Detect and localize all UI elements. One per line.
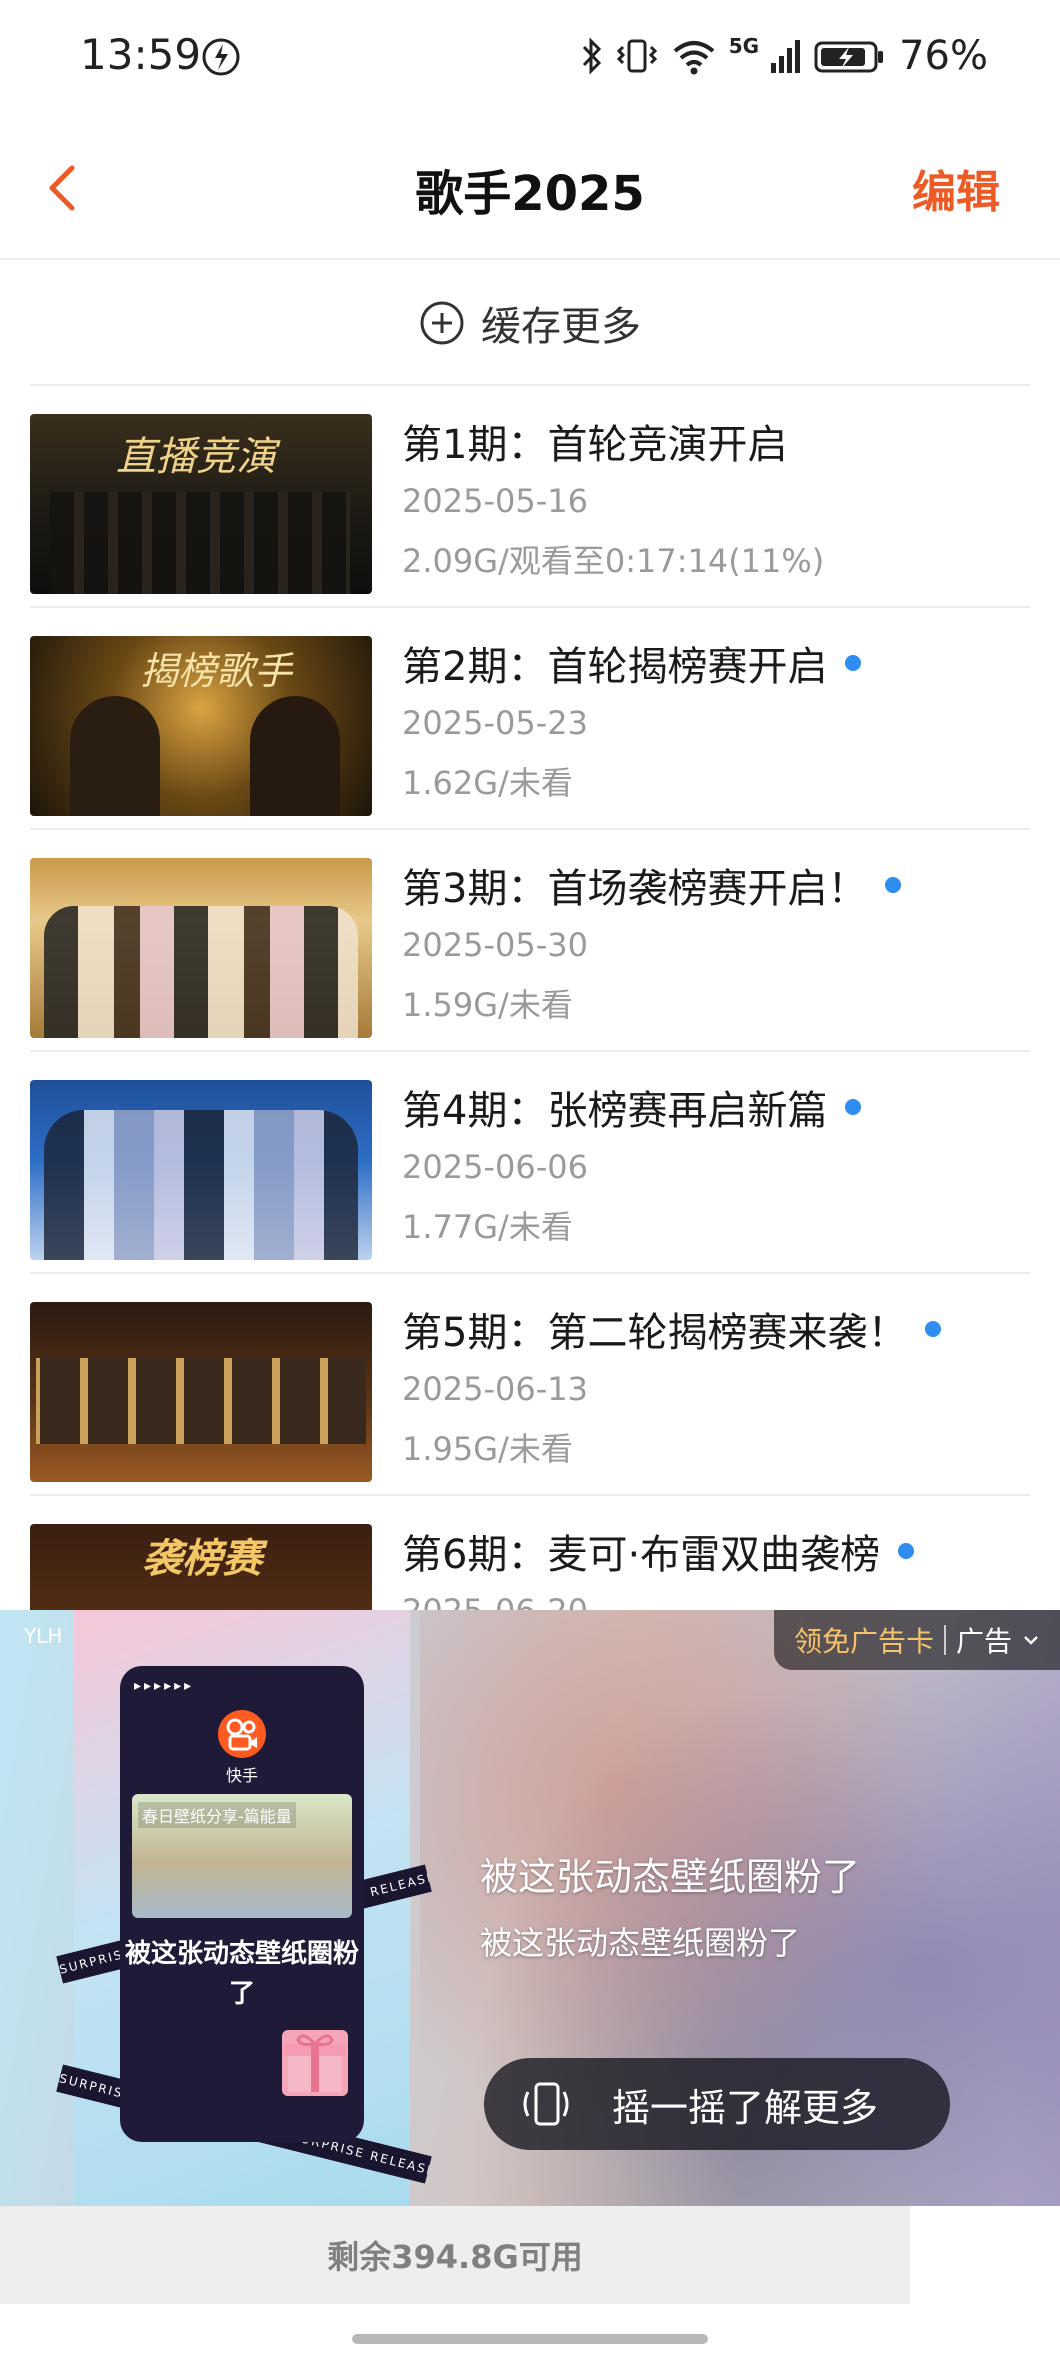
shake-label: 摇一摇了解更多: [612, 2085, 879, 2130]
ad-creative: SURPRISE RELEASE · 惊喜放送 · SURPRISE RELEA…: [56, 1610, 432, 2206]
shake-button[interactable]: 摇一摇了解更多: [484, 2058, 950, 2150]
cache-more-label: 缓存更多: [481, 304, 641, 350]
shake-phone-icon: [523, 2082, 569, 2126]
thumbnail-figures: [44, 1110, 358, 1260]
episode-date: 2025-05-30: [402, 926, 588, 964]
episode-size: 2.09G/观看至0:17:14(11%): [402, 542, 825, 580]
episode-thumbnail: 揭榜歌手: [30, 636, 372, 816]
episode-size: 1.59G/未看: [402, 986, 573, 1024]
thumbnail-figure: [250, 696, 340, 816]
signal-icon: [771, 40, 801, 73]
episode-item[interactable]: 第5期：第二轮揭榜赛来袭！ 2025-06-13 1.95G/未看: [30, 1274, 1030, 1496]
thumbnail-caption: 直播竞演: [116, 434, 276, 480]
ad-headline: 被这张动态壁纸圈粉了: [480, 1855, 861, 1899]
page-title: 歌手2025: [415, 166, 645, 222]
bluetooth-icon: [582, 37, 601, 75]
add-circle-icon: [420, 301, 464, 345]
episode-date: 2025-05-23: [402, 704, 588, 742]
episode-thumbnail: [30, 1080, 372, 1260]
storage-label: 剩余394.8G可用: [327, 2238, 583, 2276]
ad-watermark: YLH: [24, 1624, 63, 1648]
unwatched-dot: [845, 655, 862, 671]
thumbnail-caption: 袭榜赛: [142, 1535, 262, 1582]
episode-size: 1.77G/未看: [402, 1208, 573, 1246]
episode-size: 1.95G/未看: [402, 1430, 573, 1468]
episode-size: 1.62G/未看: [402, 764, 573, 802]
edit-button[interactable]: 编辑: [912, 156, 1000, 220]
episode-thumbnail: [30, 858, 372, 1038]
unwatched-dot: [885, 877, 902, 893]
episode-title: 第5期：第二轮揭榜赛来袭！: [402, 1300, 942, 1358]
thumbnail-frames: [36, 1358, 366, 1444]
unwatched-dot: [898, 1543, 915, 1559]
battery-icon: [814, 41, 884, 73]
episode-date: 2025-06-06: [402, 1148, 588, 1186]
battery-percent: 76%: [899, 33, 988, 79]
thumbnail-figures: [44, 906, 358, 1038]
nav-bar: 歌手2025 编辑: [0, 116, 1060, 260]
episode-item[interactable]: 第3期：首场袭榜赛开启！ 2025-05-30 1.59G/未看: [30, 830, 1030, 1052]
home-indicator[interactable]: [352, 2334, 708, 2344]
episode-thumbnail: [30, 1302, 372, 1482]
episode-item[interactable]: 直播竞演 第1期：首轮竞演开启 2025-05-16 2.09G/观看至0:17…: [30, 386, 1030, 608]
thumbnail-caption: 揭榜歌手: [140, 649, 293, 693]
ad-inner-label: 春日壁纸分享-篇能量: [138, 1802, 296, 1828]
unwatched-dot: [845, 1099, 862, 1115]
episode-title: 第2期：首轮揭榜赛开启: [402, 634, 862, 692]
cache-more-button[interactable]: 缓存更多: [0, 262, 1060, 384]
episode-title: 第4期：张榜赛再启新篇: [402, 1078, 862, 1136]
ad-phone-mockup: ▸▸▸▸▸▸ 快手 春日壁纸分享-篇能量 被这张动态壁纸圈粉了: [120, 1666, 364, 2142]
episode-date: 2025-06-13: [402, 1370, 588, 1408]
ad-tag-separator: [943, 1625, 946, 1655]
episode-item[interactable]: 第4期：张榜赛再启新篇 2025-06-06 1.77G/未看: [30, 1052, 1030, 1274]
storage-bar: 剩余394.8G可用: [0, 2206, 910, 2304]
thumbnail-figures: [50, 492, 350, 594]
ad-subline: 被这张动态壁纸圈粉了: [480, 1924, 801, 1962]
vibrate-icon: [616, 39, 657, 73]
gift-box-icon: [282, 2030, 348, 2096]
free-ad-card-link[interactable]: 领免广告卡: [794, 1620, 934, 1660]
episode-date: 2025-05-16: [402, 482, 588, 520]
globe-icon: [202, 38, 240, 76]
kuaishou-logo-icon: [218, 1710, 266, 1758]
episode-title: 第3期：首场袭榜赛开启！: [402, 856, 902, 914]
ad-app-name: 快手: [225, 1766, 258, 1785]
episode-thumbnail: 直播竞演: [30, 414, 372, 594]
network-label: 5G: [728, 34, 760, 58]
wifi-icon: [673, 41, 715, 75]
ad-dots: ▸▸▸▸▸▸: [134, 1678, 195, 1694]
ad-tag[interactable]: 领免广告卡 广告: [773, 1610, 1060, 1670]
episode-title: 第1期：首轮竞演开启: [402, 422, 788, 468]
status-time: 13:59: [80, 30, 202, 79]
episode-title: 第6期：麦可·布雷双曲袭榜: [402, 1522, 915, 1580]
thumbnail-figure: [70, 696, 160, 816]
chevron-down-icon[interactable]: [1022, 1631, 1040, 1649]
episode-item[interactable]: 揭榜歌手 第2期：首轮揭榜赛开启 2025-05-23 1.62G/未看: [30, 608, 1030, 830]
status-bar: 13:59 5G 76%: [0, 0, 1060, 116]
unwatched-dot: [925, 1321, 942, 1337]
ad-label: 广告: [955, 1625, 1012, 1658]
ad-banner[interactable]: YLH SURPRISE RELEASE · 惊喜放送 · SURPRISE R…: [0, 1610, 1060, 2206]
ad-phone-text: 被这张动态壁纸圈粉了: [124, 1939, 359, 2009]
status-icons: 5G 76%: [579, 32, 988, 80]
